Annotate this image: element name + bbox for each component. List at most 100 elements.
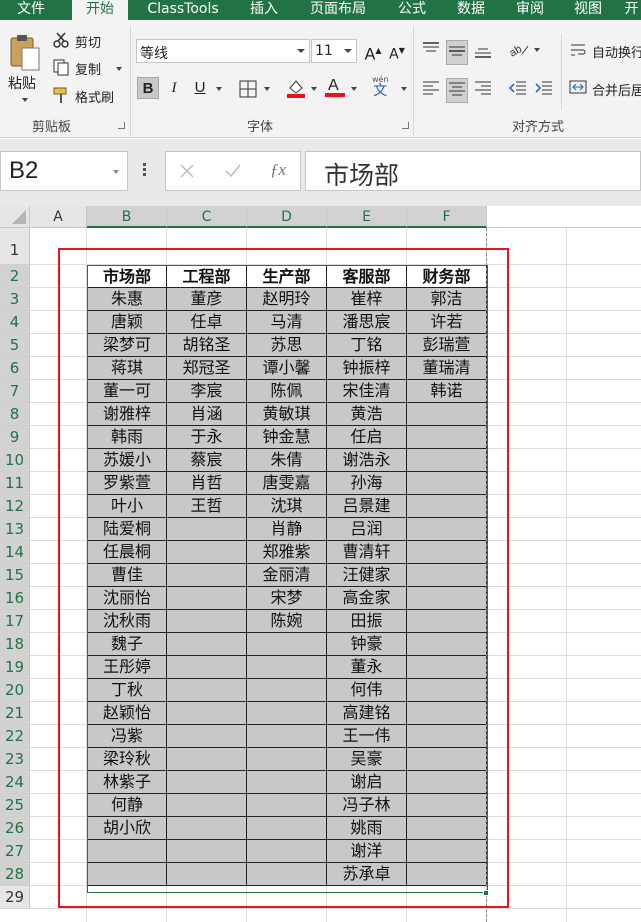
table-cell[interactable]: 肖哲	[167, 472, 247, 495]
paste-icon[interactable]	[8, 32, 42, 75]
name-box[interactable]: B2	[0, 151, 128, 191]
row-header-5[interactable]: 5	[0, 334, 30, 357]
tab-developer[interactable]: 开	[622, 0, 641, 20]
table-cell[interactable]: 郭洁	[407, 288, 487, 311]
row-header-15[interactable]: 15	[0, 564, 30, 587]
borders-dropdown-icon[interactable]	[264, 87, 270, 91]
tab-insert[interactable]: 插入	[240, 0, 288, 20]
table-cell[interactable]: 谢雅梓	[87, 403, 167, 426]
decrease-font-icon[interactable]: A▼	[386, 40, 408, 63]
format-painter-icon[interactable]	[52, 86, 70, 107]
table-cell[interactable]	[167, 564, 247, 587]
table-header-cell[interactable]: 工程部	[167, 265, 247, 288]
table-cell[interactable]: 罗紫萱	[87, 472, 167, 495]
table-cell[interactable]: 谭小馨	[247, 357, 327, 380]
table-cell[interactable]: 任卓	[167, 311, 247, 334]
table-cell[interactable]: 曹佳	[87, 564, 167, 587]
table-cell[interactable]: 金丽清	[247, 564, 327, 587]
table-cell[interactable]: 冯紫	[87, 725, 167, 748]
align-top-icon[interactable]	[421, 40, 441, 63]
table-cell[interactable]: 董彦	[167, 288, 247, 311]
fill-color-icon[interactable]	[285, 77, 307, 102]
table-cell[interactable]	[407, 633, 487, 656]
table-cell[interactable]: 胡小欣	[87, 817, 167, 840]
table-cell[interactable]	[407, 610, 487, 633]
tab-file[interactable]: 文件	[0, 0, 62, 20]
row-header-13[interactable]: 13	[0, 518, 30, 541]
paste-dropdown-icon[interactable]	[22, 98, 28, 102]
table-cell[interactable]: 何伟	[327, 679, 407, 702]
row-header-6[interactable]: 6	[0, 357, 30, 380]
column-header-e[interactable]: E	[327, 206, 407, 228]
format-painter-button[interactable]: 格式刷	[75, 87, 114, 106]
table-cell[interactable]	[247, 863, 327, 886]
table-cell[interactable]: 董瑞清	[407, 357, 487, 380]
table-cell[interactable]: 陈婉	[247, 610, 327, 633]
table-cell[interactable]: 唐雯嘉	[247, 472, 327, 495]
table-cell[interactable]	[167, 725, 247, 748]
align-middle-icon[interactable]	[446, 40, 468, 65]
more-options-icon[interactable]	[143, 161, 149, 178]
table-cell[interactable]	[407, 725, 487, 748]
wrap-text-button[interactable]: 自动换行	[592, 42, 641, 61]
table-cell[interactable]	[407, 656, 487, 679]
table-cell[interactable]: 朱倩	[247, 449, 327, 472]
table-cell[interactable]: 潘思宸	[327, 311, 407, 334]
row-header-20[interactable]: 20	[0, 679, 30, 702]
row-header-10[interactable]: 10	[0, 449, 30, 472]
align-center-icon[interactable]	[446, 78, 468, 103]
align-left-icon[interactable]	[421, 78, 441, 101]
table-cell[interactable]: 宋梦	[247, 587, 327, 610]
table-cell[interactable]: 魏子	[87, 633, 167, 656]
formula-input[interactable]: 市场部	[305, 151, 641, 191]
table-cell[interactable]	[167, 794, 247, 817]
table-cell[interactable]: 董永	[327, 656, 407, 679]
row-header-16[interactable]: 16	[0, 587, 30, 610]
table-cell[interactable]	[407, 587, 487, 610]
table-cell[interactable]: 吕景建	[327, 495, 407, 518]
table-cell[interactable]	[407, 518, 487, 541]
table-cell[interactable]	[247, 794, 327, 817]
column-header-b[interactable]: B	[87, 206, 167, 228]
worksheet[interactable]: ABCDEF 1 2 3 4 5 6 7 8 9 10 11 12 13 14 15 16 17 18 19 20 21…	[0, 206, 641, 922]
table-cell[interactable]	[407, 817, 487, 840]
row-header-1[interactable]: 1	[0, 228, 30, 265]
table-cell[interactable]	[167, 656, 247, 679]
table-cell[interactable]: 丁铭	[327, 334, 407, 357]
row-header-28[interactable]: 28	[0, 863, 30, 886]
table-cell[interactable]: 吕润	[327, 518, 407, 541]
table-cell[interactable]: 苏承卓	[327, 863, 407, 886]
table-cell[interactable]	[407, 541, 487, 564]
table-cell[interactable]	[407, 495, 487, 518]
table-cell[interactable]	[167, 541, 247, 564]
font-launcher-icon[interactable]	[402, 122, 409, 129]
table-cell[interactable]	[247, 702, 327, 725]
borders-icon[interactable]	[239, 80, 257, 101]
align-right-icon[interactable]	[473, 78, 493, 101]
table-cell[interactable]: 朱惠	[87, 288, 167, 311]
wrap-text-icon[interactable]	[569, 41, 587, 62]
table-cell[interactable]: 蒋琪	[87, 357, 167, 380]
row-header-8[interactable]: 8	[0, 403, 30, 426]
table-cell[interactable]: 李宸	[167, 380, 247, 403]
table-cell[interactable]: 蔡宸	[167, 449, 247, 472]
table-cell[interactable]: 田振	[327, 610, 407, 633]
table-cell[interactable]	[247, 725, 327, 748]
font-color-dropdown-icon[interactable]	[351, 87, 357, 91]
cancel-icon[interactable]	[178, 162, 196, 183]
font-size-select[interactable]: 11	[311, 39, 357, 63]
table-cell[interactable]: 唐颖	[87, 311, 167, 334]
table-cell[interactable]: 汪健家	[327, 564, 407, 587]
table-cell[interactable]	[247, 840, 327, 863]
phonetic-dropdown-icon[interactable]	[401, 87, 407, 91]
table-header-cell[interactable]: 生产部	[247, 265, 327, 288]
table-cell[interactable]	[407, 679, 487, 702]
enter-icon[interactable]	[224, 162, 242, 183]
table-cell[interactable]	[407, 771, 487, 794]
table-cell[interactable]: 钟金慧	[247, 426, 327, 449]
row-header-7[interactable]: 7	[0, 380, 30, 403]
table-cell[interactable]: 苏媛小	[87, 449, 167, 472]
table-cell[interactable]: 陆爱桐	[87, 518, 167, 541]
fill-color-dropdown-icon[interactable]	[311, 87, 317, 91]
table-cell[interactable]: 陈佩	[247, 380, 327, 403]
